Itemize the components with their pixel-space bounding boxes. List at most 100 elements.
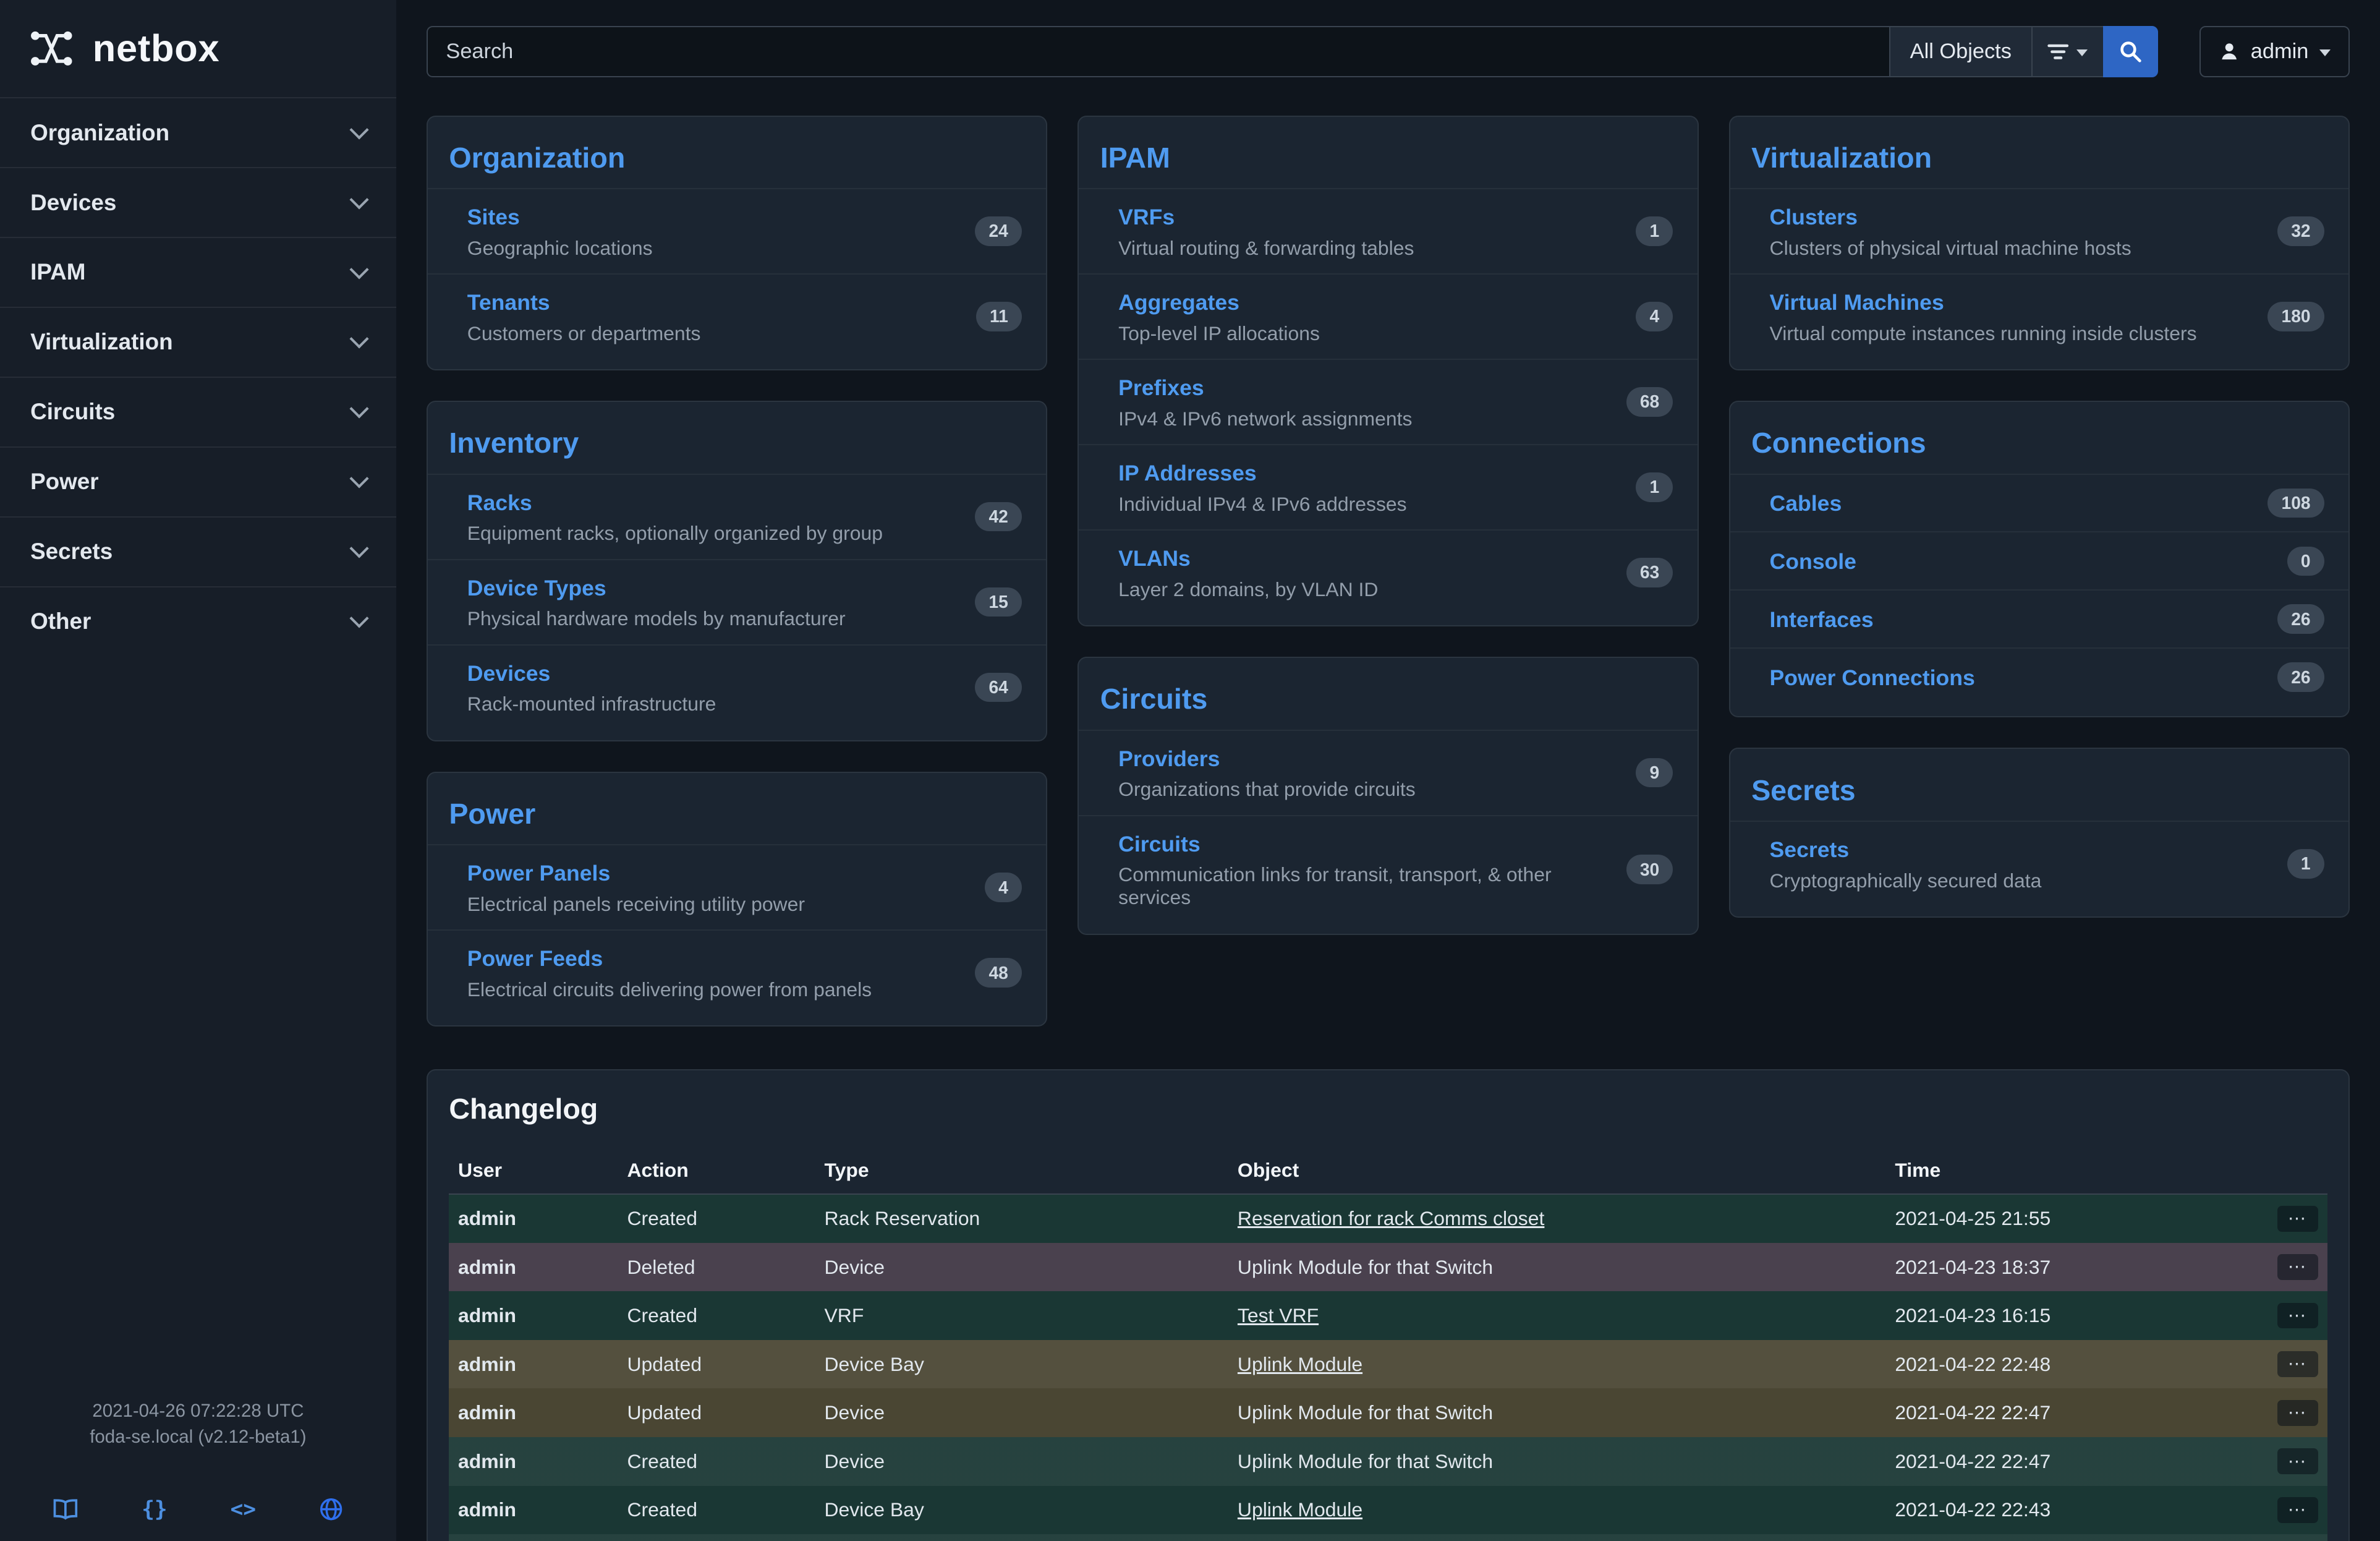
count-badge: 180 [2267, 302, 2324, 331]
item-description: Customers or departments [467, 322, 701, 345]
item-text: Virtual Machines Virtual compute instanc… [1770, 288, 2197, 345]
ip-addresses-link[interactable]: IP Addresses [1118, 461, 1257, 486]
item-description: IPv4 & IPv6 network assignments [1118, 408, 1412, 430]
sidebar-item-other[interactable]: Other [0, 586, 396, 656]
console-link[interactable]: Console [1770, 549, 1856, 574]
count-badge: 4 [985, 873, 1022, 902]
community-globe-icon[interactable] [319, 1496, 343, 1523]
all-objects-button[interactable]: All Objects [1889, 26, 2031, 77]
user-menu-button[interactable]: admin [2199, 26, 2350, 77]
racks-link[interactable]: Racks [467, 490, 532, 516]
changelog-object-link[interactable]: Test VRF [1238, 1304, 1319, 1326]
circuits-link[interactable]: Circuits [1118, 832, 1201, 857]
dashboard-item-power-feeds: Power Feeds Electrical circuits deliveri… [428, 929, 1046, 1015]
chevron-down-icon [2319, 49, 2331, 56]
sidebar-item-virtualization[interactable]: Virtualization [0, 307, 396, 377]
chevron-down-icon [349, 469, 368, 489]
card-title: IPAM [1079, 124, 1697, 188]
sidebar-item-secrets[interactable]: Secrets [0, 516, 396, 586]
clusters-link[interactable]: Clusters [1770, 205, 1858, 230]
power-panels-link[interactable]: Power Panels [467, 861, 610, 886]
count-badge: 26 [2277, 604, 2324, 634]
changelog-user: admin [449, 1291, 618, 1340]
brand-home-link[interactable]: netbox [0, 0, 396, 97]
changelog-object-link[interactable]: Uplink Module [1238, 1353, 1362, 1375]
sidebar-item-ipam[interactable]: IPAM [0, 237, 396, 307]
sidebar-item-devices[interactable]: Devices [0, 167, 396, 237]
sidebar-item-label: Other [30, 608, 91, 634]
count-badge: 42 [975, 502, 1022, 532]
item-text: VLANs Layer 2 domains, by VLAN ID [1118, 544, 1378, 601]
changelog-object-link[interactable]: Uplink Module [1238, 1498, 1362, 1521]
changelog-time: 2021-04-23 16:15 [1886, 1291, 2252, 1340]
device-types-link[interactable]: Device Types [467, 576, 606, 601]
changelog-time: 2021-04-22 22:43 [1886, 1486, 2252, 1535]
filter-options-button[interactable] [2031, 26, 2103, 77]
changelog-object-link[interactable]: Reservation for rack Comms closet [1238, 1207, 1544, 1229]
item-text: Prefixes IPv4 & IPv6 network assignments [1118, 374, 1412, 430]
search-input[interactable] [427, 26, 1889, 77]
secrets-link[interactable]: Secrets [1770, 837, 1850, 863]
search-icon [2119, 40, 2142, 63]
item-description: Communication links for transit, transpo… [1118, 863, 1611, 909]
item-text: Clusters Clusters of physical virtual ma… [1770, 203, 2131, 260]
sidebar-item-organization[interactable]: Organization [0, 97, 396, 167]
topbar: All Objects [427, 26, 2350, 77]
dashboard-item-power-connections: Power Connections 26 [1730, 647, 2348, 706]
row-actions-button[interactable]: ⋯ [2277, 1303, 2318, 1329]
tenants-link[interactable]: Tenants [467, 290, 550, 315]
changelog-header-row: User Action Type Object Time [449, 1146, 2327, 1194]
cables-link[interactable]: Cables [1770, 491, 1842, 516]
changelog-action: Created [618, 1194, 815, 1243]
api-braces-icon[interactable]: {} [142, 1496, 167, 1523]
devices-link[interactable]: Devices [467, 661, 551, 686]
changelog-type: VRF [815, 1291, 1228, 1340]
item-text: Power Connections [1770, 664, 1975, 691]
card-connections: Connections Cables 108 Console 0 [1729, 401, 2350, 717]
changelog-row: admin Deleted Device Uplink Module for t… [449, 1243, 2327, 1292]
item-text: Providers Organizations that provide cir… [1118, 745, 1416, 801]
vrfs-link[interactable]: VRFs [1118, 205, 1175, 230]
sidebar-item-power[interactable]: Power [0, 446, 396, 516]
row-actions-button[interactable]: ⋯ [2277, 1400, 2318, 1426]
count-badge: 11 [976, 302, 1022, 331]
dashboard-item-vlans: VLANs Layer 2 domains, by VLAN ID 63 [1079, 529, 1697, 615]
row-actions-button[interactable]: ⋯ [2277, 1254, 2318, 1280]
sidebar-item-label: Secrets [30, 539, 113, 565]
item-text: Racks Equipment racks, optionally organi… [467, 489, 883, 545]
item-text: Interfaces [1770, 605, 1874, 633]
dashboard-item-clusters: Clusters Clusters of physical virtual ma… [1730, 188, 2348, 273]
interfaces-link[interactable]: Interfaces [1770, 607, 1874, 633]
column-header-actions [2252, 1146, 2327, 1194]
filter-lines-icon [2047, 43, 2068, 61]
changelog-action: Created [618, 1291, 815, 1340]
search-submit-button[interactable] [2103, 26, 2159, 77]
sites-link[interactable]: Sites [467, 205, 520, 230]
changelog-action: Created [618, 1486, 815, 1535]
changelog-title: Changelog [449, 1092, 2327, 1125]
row-actions-button[interactable]: ⋯ [2277, 1448, 2318, 1474]
changelog-user: admin [449, 1437, 618, 1486]
power-connections-link[interactable]: Power Connections [1770, 665, 1975, 691]
vlans-link[interactable]: VLANs [1118, 546, 1191, 571]
changelog-object: Uplink Module for that Switch [1238, 1450, 1493, 1472]
aggregates-link[interactable]: Aggregates [1118, 290, 1239, 315]
row-actions-button[interactable]: ⋯ [2277, 1497, 2318, 1523]
server-host-version: foda-se.local (v2.12-beta1) [21, 1424, 375, 1450]
source-code-icon[interactable]: <> [231, 1496, 256, 1523]
providers-link[interactable]: Providers [1118, 746, 1220, 772]
sidebar-item-circuits[interactable]: Circuits [0, 377, 396, 446]
changelog-action: Updated [618, 1388, 815, 1437]
prefixes-link[interactable]: Prefixes [1118, 375, 1204, 401]
docs-book-icon[interactable] [53, 1496, 79, 1523]
item-description: Electrical circuits delivering power fro… [467, 978, 872, 1001]
changelog-time: 2021-04-22 22:47 [1886, 1388, 2252, 1437]
item-description: Geographic locations [467, 237, 653, 260]
item-description: Top-level IP allocations [1118, 322, 1320, 345]
row-actions-button[interactable]: ⋯ [2277, 1206, 2318, 1232]
virtual-machines-link[interactable]: Virtual Machines [1770, 290, 1944, 315]
power-feeds-link[interactable]: Power Feeds [467, 946, 603, 971]
count-badge: 32 [2277, 216, 2324, 246]
row-actions-button[interactable]: ⋯ [2277, 1351, 2318, 1377]
count-badge: 24 [975, 216, 1022, 246]
